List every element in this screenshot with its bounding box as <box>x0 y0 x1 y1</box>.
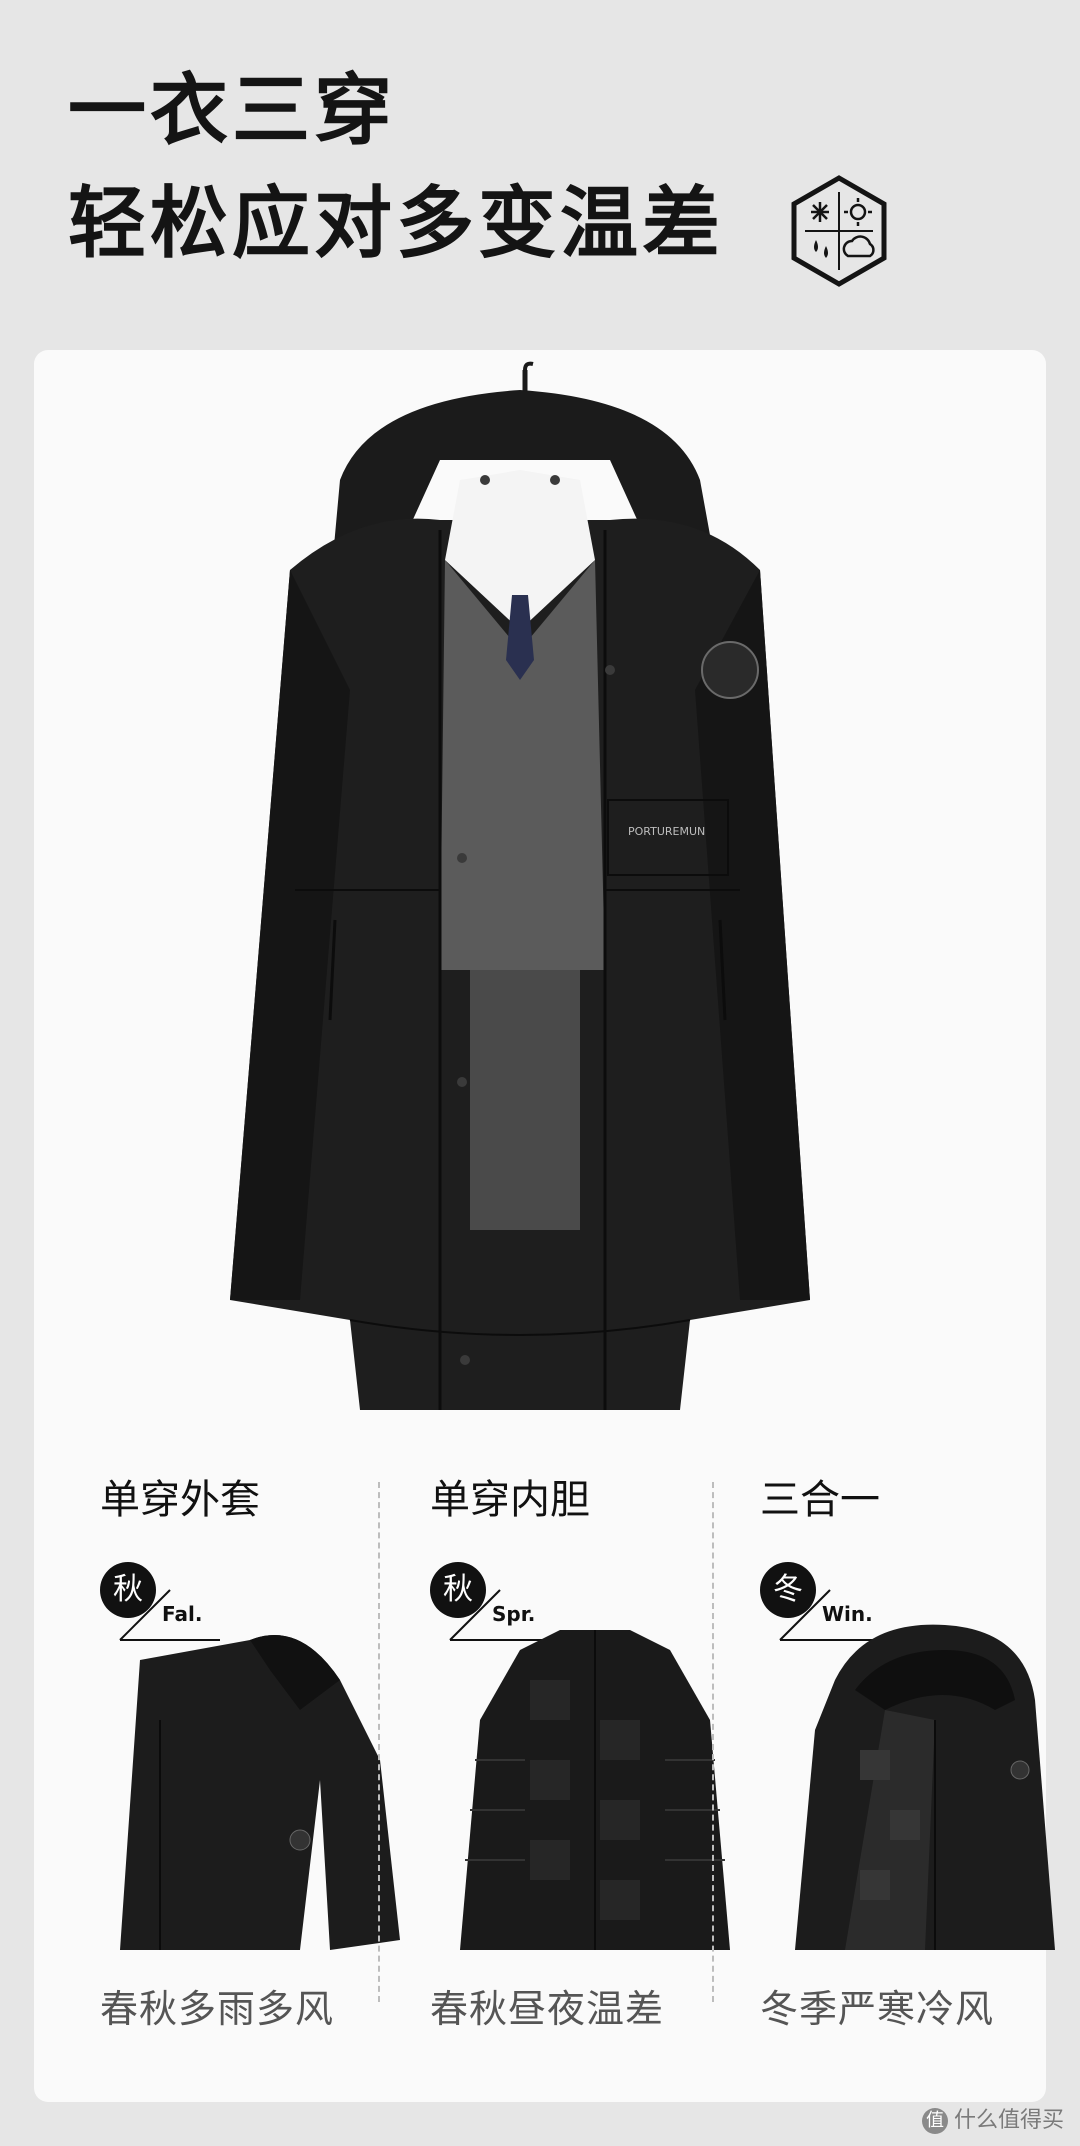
headline-line-2: 轻松应对多变温差 <box>68 179 725 269</box>
option-three-in-one: 三合一 冬 Win. 冬季严寒冷风 <box>760 1470 1080 2030</box>
option-caption: 春秋昼夜温差 <box>430 1987 665 2031</box>
weather-icon <box>791 175 887 287</box>
option-outer-shell: 单穿外套 秋 Fal. 春秋多雨多风 <box>100 1470 430 2030</box>
outer-shell-image <box>120 1635 400 1950</box>
headline-line-1: 一衣三穿 <box>68 66 397 156</box>
option-title: 单穿内胆 <box>430 1477 590 1523</box>
inner-liner-image <box>460 1630 730 1950</box>
watermark-text: 什么值得买 <box>953 2108 1064 2133</box>
column-divider <box>712 1482 714 2002</box>
column-divider <box>378 1482 380 2002</box>
watermark: 值什么值得买 <box>921 2102 1064 2134</box>
option-inner-liner: 单穿内胆 秋 Spr. 春秋昼夜温差 <box>430 1470 760 2030</box>
three-in-one-image <box>795 1624 1055 1950</box>
watermark-badge: 值 <box>921 2108 948 2134</box>
option-caption: 春秋多雨多风 <box>100 1987 335 2031</box>
jacket-hero-image: PORTUREMUN <box>230 361 810 1410</box>
option-caption: 冬季严寒冷风 <box>760 1987 995 2031</box>
option-title: 三合一 <box>760 1477 880 1523</box>
option-title: 单穿外套 <box>100 1477 260 1523</box>
brand-label: PORTUREMUN <box>628 825 705 838</box>
